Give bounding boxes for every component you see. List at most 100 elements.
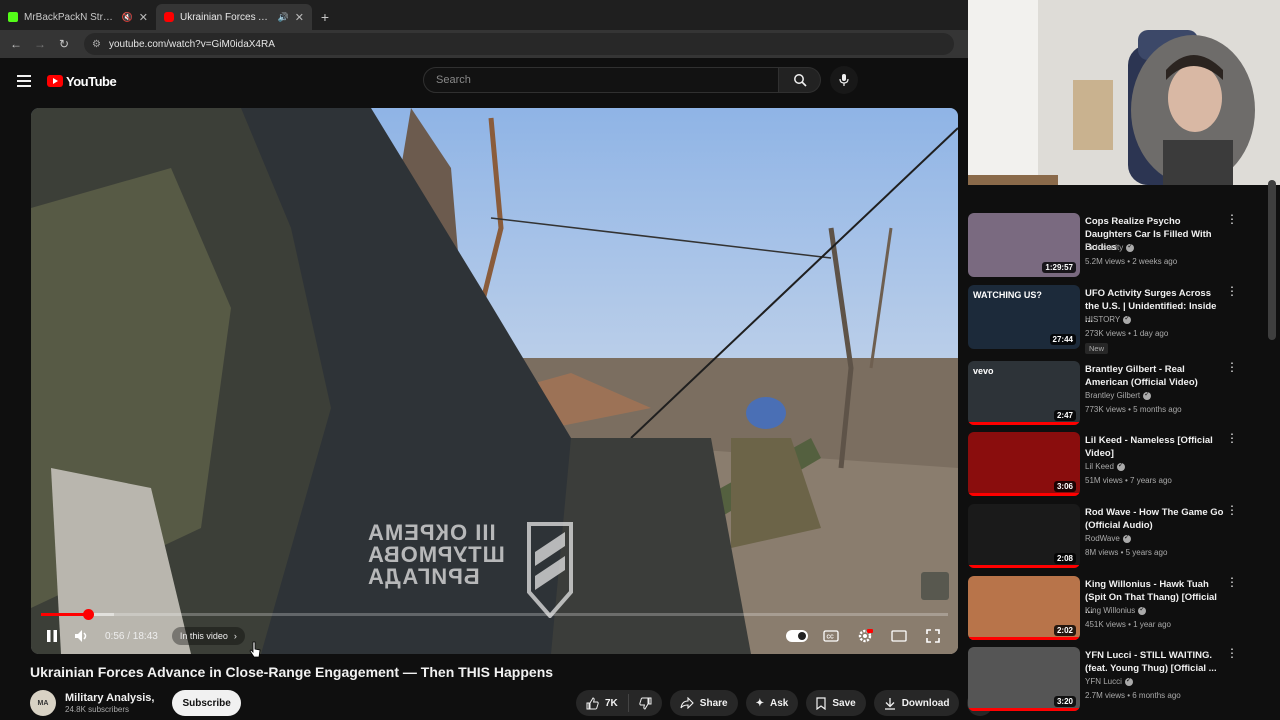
close-tab-icon[interactable]: ✕ [295, 11, 304, 24]
recommendation-thumbnail[interactable]: 3:20 [968, 647, 1080, 711]
close-tab-icon[interactable]: ✕ [139, 11, 148, 24]
voice-search-button[interactable] [830, 66, 858, 94]
forward-arrow-icon[interactable]: → [30, 34, 50, 54]
save-button[interactable]: Save [806, 690, 866, 716]
recommendation-meta: 2.7M views • 6 months ago [1085, 691, 1181, 700]
channel-name: RodWave [1085, 534, 1120, 543]
recommendation-channel[interactable]: King Willonius [1085, 605, 1147, 615]
browser-tab-kick[interactable]: MrBackPackN Stream - Wa 🔇 ✕ [0, 4, 156, 30]
menu-icon[interactable] [17, 75, 31, 87]
youtube-wordmark: YouTube [66, 73, 117, 89]
watched-progress-bar [968, 708, 1080, 711]
recommendation-channel[interactable]: Lil Keed [1085, 461, 1125, 471]
theater-mode-button[interactable] [884, 622, 914, 650]
recommendation-meta: 451K views • 1 year ago [1085, 620, 1171, 629]
more-options-icon[interactable]: ⋮ [1226, 432, 1238, 444]
duration-badge: 3:20 [1053, 696, 1076, 707]
download-button[interactable]: Download [873, 690, 960, 716]
recommendation-thumbnail[interactable]: 27:44 WATCHING US? [968, 285, 1080, 349]
recommendation-thumbnail[interactable]: 2:08 [968, 504, 1080, 568]
recommendation-title[interactable]: Lil Keed - Nameless [Official Video] [1085, 434, 1225, 460]
pause-button[interactable] [37, 622, 67, 650]
recommendation-item[interactable]: 2:02 King Willonius - Hawk Tuah (Spit On … [968, 576, 1268, 644]
volume-icon [75, 630, 87, 642]
captions-icon: CC [823, 630, 839, 642]
webcam-feed [968, 0, 1280, 185]
address-bar[interactable]: ⚙ youtube.com/watch?v=GiM0idaX4RA [84, 33, 954, 55]
chevron-right-icon: › [233, 631, 237, 641]
recommendation-meta: 5.2M views • 2 weeks ago [1085, 257, 1178, 266]
back-arrow-icon[interactable]: ← [6, 34, 26, 54]
seek-bar[interactable] [41, 609, 948, 620]
recommendation-channel[interactable]: YFN Lucci [1085, 676, 1133, 686]
channel-row: MA Military Analysis, 24.8K subscribers … [30, 690, 241, 716]
like-button[interactable]: 7K [576, 694, 629, 712]
sparkle-icon: ✦ [755, 697, 764, 709]
recommendation-meta: 51M views • 7 years ago [1085, 476, 1172, 485]
more-options-icon[interactable]: ⋮ [1226, 285, 1238, 297]
more-options-icon[interactable]: ⋮ [1226, 361, 1238, 373]
streamer-webcam [968, 0, 1280, 185]
more-options-icon[interactable]: ⋮ [1226, 213, 1238, 225]
search-button[interactable] [779, 67, 821, 93]
dislike-button[interactable] [629, 697, 662, 710]
fullscreen-icon [926, 629, 940, 643]
video-player[interactable]: III ОКРЕМА ШТУРМОВА БРИГАДА 0:56 / 18:43… [31, 108, 958, 654]
browser-tab-youtube[interactable]: Ukrainian Forces Advance 🔊 ✕ [156, 4, 312, 30]
recommendation-channel[interactable]: HISTORY [1085, 314, 1132, 324]
sidebar-scrollbar[interactable] [1268, 180, 1276, 340]
fullscreen-button[interactable] [918, 622, 948, 650]
recommendation-title[interactable]: YFN Lucci - STILL WAITING. (feat. Young … [1085, 649, 1225, 675]
autoplay-toggle[interactable] [782, 622, 812, 650]
recommendation-title[interactable]: Rod Wave - How The Game Go (Official Aud… [1085, 506, 1225, 532]
recommendation-thumbnail[interactable]: 2:47 vevo [968, 361, 1080, 425]
kick-favicon-icon [8, 12, 18, 22]
verified-check-icon [1124, 676, 1133, 686]
subscribe-button[interactable]: Subscribe [172, 690, 241, 716]
ask-label: Ask [769, 697, 789, 709]
recommendation-thumbnail[interactable]: 3:06 [968, 432, 1080, 496]
channel-name: King Willonius [1085, 606, 1136, 615]
more-options-icon[interactable]: ⋮ [1226, 647, 1238, 659]
search-input[interactable]: Search [423, 67, 779, 93]
recommendation-item[interactable]: 3:06 Lil Keed - Nameless [Official Video]… [968, 432, 1268, 500]
volume-button[interactable] [67, 622, 97, 650]
brigade-watermark: III ОКРЕМА ШТУРМОВА БРИГАДА [367, 520, 505, 589]
recommendation-item[interactable]: 1:29:57 Cops Realize Psycho Daughters Car… [968, 213, 1268, 281]
duration-badge: 2:47 [1053, 410, 1076, 421]
recommendation-item[interactable]: 2:47 vevo Brantley Gilbert - Real American… [968, 361, 1268, 429]
more-options-icon[interactable]: ⋮ [1226, 576, 1238, 588]
thumbnail-text: WATCHING US? [973, 290, 1042, 300]
new-tab-button[interactable]: + [312, 4, 338, 30]
recommendation-channel[interactable]: RodWave [1085, 533, 1131, 543]
reload-icon[interactable]: ↻ [54, 34, 74, 54]
watched-progress-bar [968, 422, 1080, 425]
recommendation-thumbnail[interactable]: 1:29:57 [968, 213, 1080, 277]
site-info-icon[interactable]: ⚙ [92, 39, 101, 50]
settings-button[interactable] [850, 622, 880, 650]
chapter-button[interactable]: In this video › [171, 627, 245, 645]
microphone-icon [839, 74, 849, 86]
recommendation-item[interactable]: 15:00334K views • 3 days agoNew [968, 181, 1268, 185]
channel-avatar[interactable]: MA [30, 690, 56, 716]
recommendation-title[interactable]: Brantley Gilbert - Real American (Offici… [1085, 363, 1225, 389]
subscriber-count: 24.8K subscribers [65, 705, 130, 714]
recommendation-thumbnail[interactable]: 2:02 [968, 576, 1080, 640]
recommendation-channel[interactable]: Brantley Gilbert [1085, 390, 1152, 400]
youtube-logo[interactable]: YouTube [47, 73, 117, 89]
share-button[interactable]: Share [669, 690, 738, 716]
recommendation-channel[interactable]: Dr Insanity [1085, 242, 1135, 252]
recommendation-item[interactable]: 3:20 YFN Lucci - STILL WAITING. (feat. Yo… [968, 647, 1268, 715]
video-title: Ukrainian Forces Advance in Close-Range … [30, 664, 554, 680]
more-options-icon[interactable]: ⋮ [1226, 504, 1238, 516]
speaker-icon[interactable]: 🔊 [278, 12, 289, 23]
verified-check-icon [1122, 533, 1131, 543]
muted-speaker-icon[interactable]: 🔇 [122, 12, 133, 23]
pause-icon [47, 630, 57, 642]
recommendation-item[interactable]: 2:08 Rod Wave - How The Game Go (Official… [968, 504, 1268, 572]
recommendation-item[interactable]: 27:44 WATCHING US? UFO Activity Surges Acr… [968, 285, 1268, 354]
ask-button[interactable]: ✦ Ask [745, 690, 799, 716]
channel-name[interactable]: Military Analysis, [65, 692, 154, 704]
subtitles-button[interactable]: CC [816, 622, 846, 650]
watched-progress-bar [968, 565, 1080, 568]
